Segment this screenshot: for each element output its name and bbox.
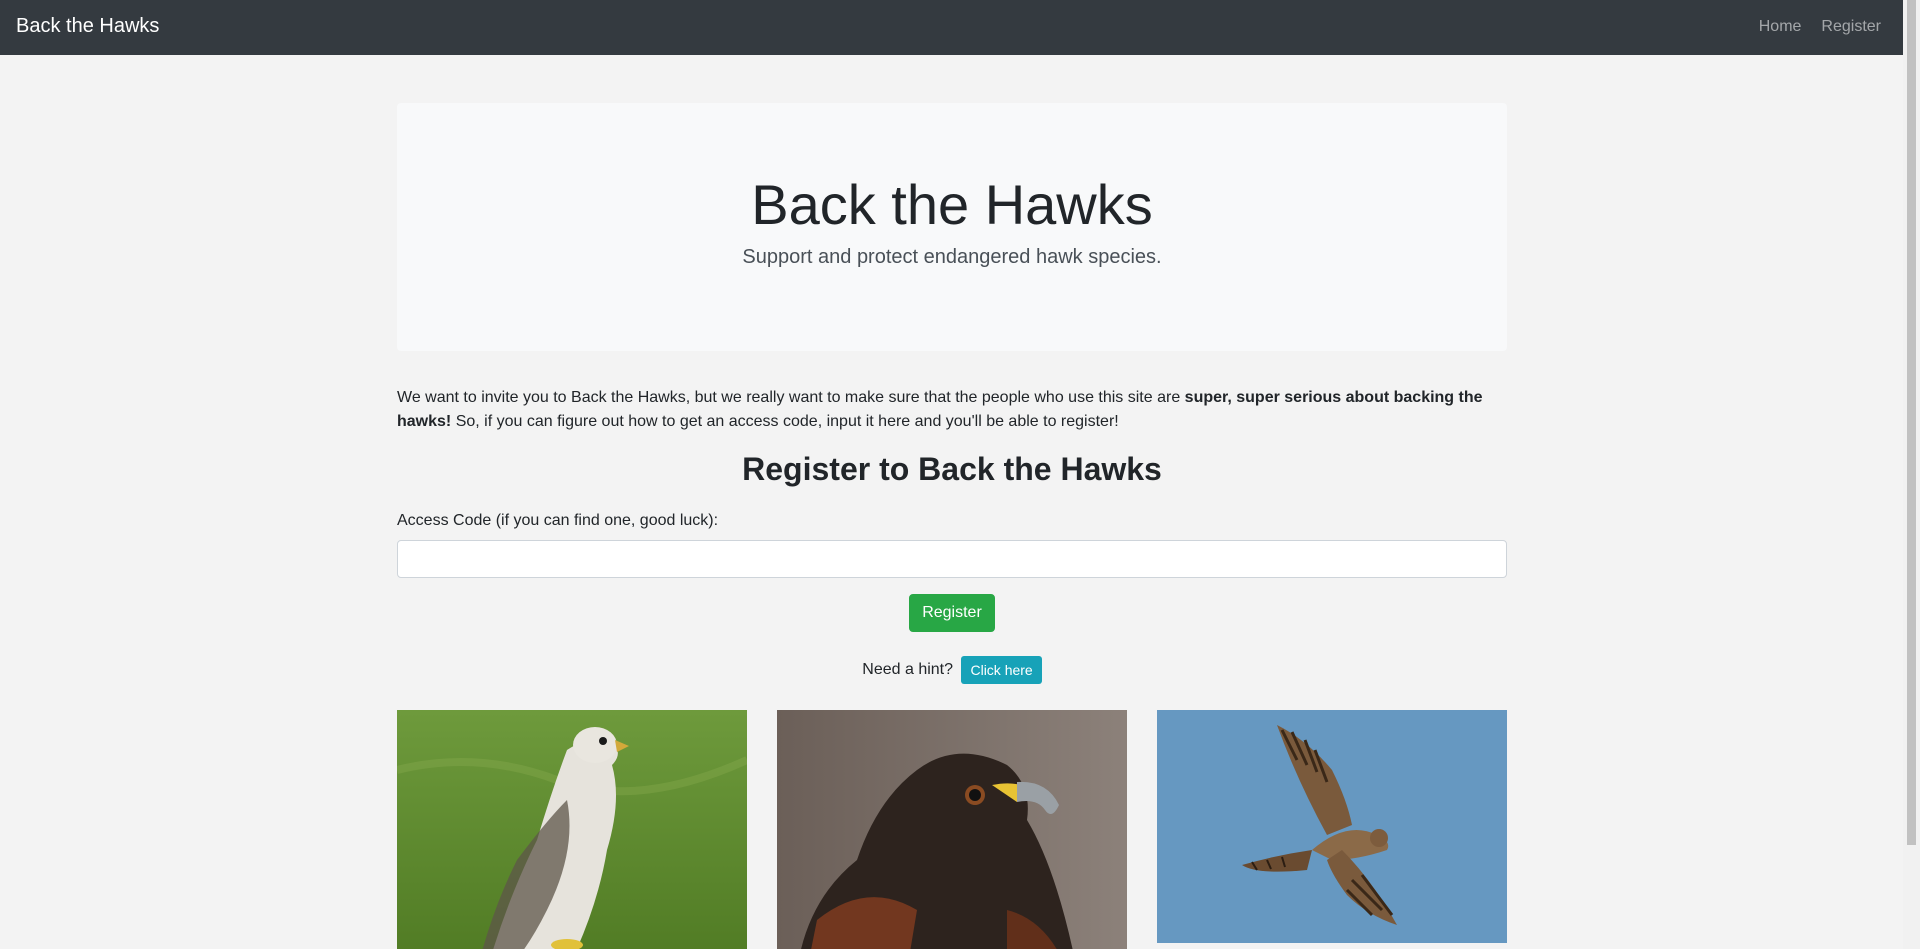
register-heading: Register to Back the Hawks xyxy=(742,451,1162,487)
hawk-image-1 xyxy=(397,710,747,949)
access-code-input[interactable] xyxy=(397,540,1507,579)
harris-hawk-photo xyxy=(777,710,1127,949)
flying-hawk-photo xyxy=(1157,710,1507,949)
scrollbar-thumb[interactable] xyxy=(1907,0,1916,845)
hint-button[interactable]: Click here xyxy=(961,656,1042,685)
brand-link[interactable]: Back the Hawks xyxy=(16,15,159,38)
register-button-row: Register xyxy=(397,594,1507,633)
gyrfalcon-photo xyxy=(397,710,747,949)
hero-jumbotron: Back the Hawks Support and protect endan… xyxy=(397,103,1507,351)
intro-text: We want to invite you to Back the Hawks,… xyxy=(397,386,1507,434)
nav-home-link[interactable]: Home xyxy=(1759,18,1802,36)
hawk-gallery xyxy=(397,710,1507,949)
page-scrollbar[interactable] xyxy=(1903,0,1920,949)
nav-links: Home Register xyxy=(1759,18,1881,36)
hawk-image-2 xyxy=(777,710,1127,949)
hint-text: Need a hint? xyxy=(862,661,954,679)
access-code-label: Access Code (if you can find one, good l… xyxy=(397,512,719,530)
intro-text-part1: We want to invite you to Back the Hawks,… xyxy=(397,389,1185,406)
hawk-image-3 xyxy=(1157,710,1507,949)
intro-text-part2: So, if you can figure out how to get an … xyxy=(451,413,1119,430)
nav-register-link[interactable]: Register xyxy=(1821,18,1881,36)
main-container: Back the Hawks Support and protect endan… xyxy=(397,103,1507,685)
hint-row: Need a hint? Click here xyxy=(397,656,1507,685)
register-button[interactable]: Register xyxy=(909,594,995,633)
hero-title: Back the Hawks xyxy=(751,173,1153,236)
navbar: Back the Hawks Home Register xyxy=(0,0,1903,55)
hero-subtitle: Support and protect endangered hawk spec… xyxy=(742,246,1162,269)
